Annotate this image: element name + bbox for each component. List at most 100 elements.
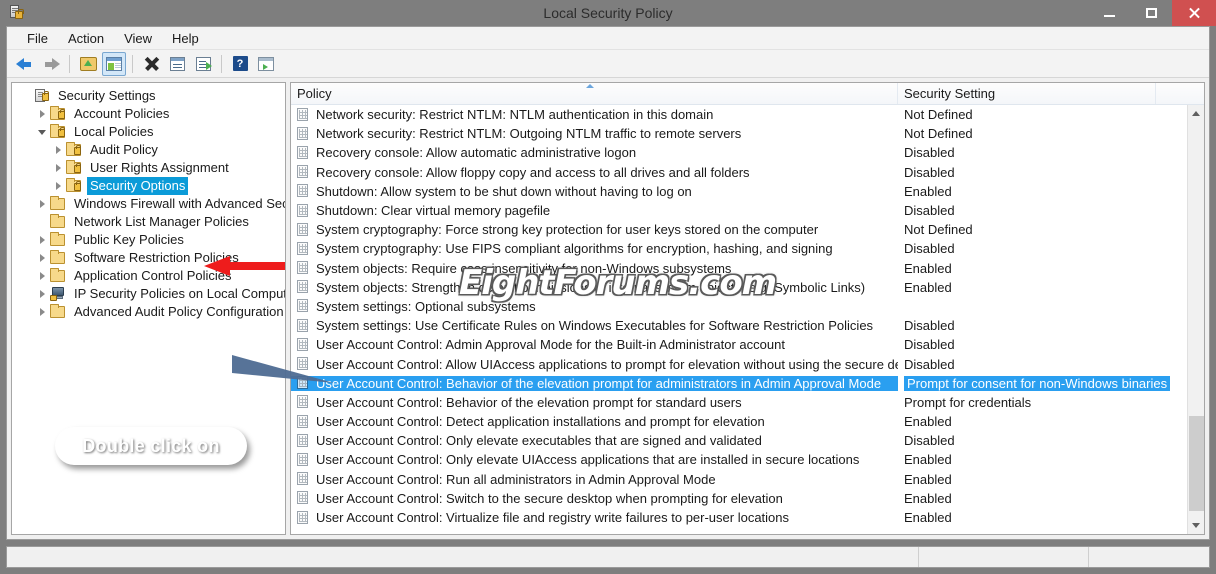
security-setting-cell: Disabled bbox=[898, 433, 1198, 448]
chevron-right-icon[interactable] bbox=[34, 304, 50, 320]
folder-icon bbox=[50, 250, 66, 265]
policy-list-pane[interactable]: Policy Security Setting Network security… bbox=[290, 82, 1205, 535]
table-row[interactable]: Network security: Restrict NTLM: Outgoin… bbox=[291, 124, 1204, 143]
policy-cell: User Account Control: Admin Approval Mod… bbox=[291, 337, 898, 352]
chevron-right-icon[interactable] bbox=[50, 142, 66, 158]
policy-cell: Shutdown: Clear virtual memory pagefile bbox=[291, 203, 898, 218]
folder-icon bbox=[50, 232, 66, 247]
tree-item-windows-firewall-with-advanced-security[interactable]: Windows Firewall with Advanced Security bbox=[12, 195, 285, 213]
policy-name: User Account Control: Virtualize file an… bbox=[316, 510, 790, 526]
chevron-right-icon[interactable] bbox=[34, 250, 50, 266]
tree-item-public-key-policies[interactable]: Public Key Policies bbox=[12, 231, 285, 249]
security-setting-value: Enabled bbox=[904, 510, 952, 526]
table-row[interactable]: Recovery console: Allow automatic admini… bbox=[291, 143, 1204, 162]
policy-name: User Account Control: Switch to the secu… bbox=[316, 490, 783, 506]
show-hide-tree-button[interactable] bbox=[102, 51, 126, 76]
tree-item-software-restriction-policies[interactable]: Software Restriction Policies bbox=[12, 249, 285, 267]
tree-item-label: IP Security Policies on Local Computer bbox=[74, 286, 286, 301]
table-row[interactable]: System objects: Strengthen default permi… bbox=[291, 278, 1204, 297]
chevron-right-icon[interactable] bbox=[50, 160, 66, 176]
menu-file[interactable]: File bbox=[17, 29, 58, 48]
menu-help[interactable]: Help bbox=[162, 29, 209, 48]
table-row[interactable]: User Account Control: Admin Approval Mod… bbox=[291, 335, 1204, 354]
tree-item-user-rights-assignment[interactable]: User Rights Assignment bbox=[12, 159, 285, 177]
chevron-right-icon[interactable] bbox=[34, 232, 50, 248]
chevron-right-icon[interactable] bbox=[34, 286, 50, 302]
security-setting-value: Disabled bbox=[904, 433, 955, 449]
export-list-icon bbox=[195, 56, 212, 71]
toolbar-separator bbox=[69, 54, 70, 73]
close-button[interactable] bbox=[1172, 0, 1216, 26]
table-row[interactable]: System objects: Require case insensitivi… bbox=[291, 259, 1204, 278]
new-window-button[interactable] bbox=[254, 52, 278, 76]
policy-cell: User Account Control: Behavior of the el… bbox=[291, 395, 898, 410]
scroll-up-button[interactable] bbox=[1188, 105, 1204, 122]
chevron-right-icon[interactable] bbox=[34, 106, 50, 122]
policy-name: System settings: Optional subsystems bbox=[316, 298, 536, 314]
vertical-scrollbar[interactable] bbox=[1187, 105, 1204, 534]
table-row[interactable]: User Account Control: Virtualize file an… bbox=[291, 508, 1204, 527]
table-row[interactable]: User Account Control: Allow UIAccess app… bbox=[291, 354, 1204, 373]
table-row[interactable]: User Account Control: Behavior of the el… bbox=[291, 374, 1204, 393]
table-row[interactable]: System settings: Use Certificate Rules o… bbox=[291, 316, 1204, 335]
export-list-button[interactable] bbox=[191, 52, 215, 76]
table-row[interactable]: Shutdown: Allow system to be shut down w… bbox=[291, 182, 1204, 201]
table-row[interactable]: Shutdown: Clear virtual memory pagefile D… bbox=[291, 201, 1204, 220]
tree-item-security-settings[interactable]: Security Settings bbox=[12, 87, 285, 105]
back-button[interactable] bbox=[13, 52, 37, 76]
security-setting-cell: Enabled bbox=[898, 491, 1198, 506]
policy-cell: User Account Control: Detect application… bbox=[291, 414, 898, 429]
delete-button[interactable] bbox=[139, 52, 163, 76]
table-row[interactable]: Network security: Restrict NTLM: NTLM au… bbox=[291, 105, 1204, 124]
tree-item-network-list-manager-policies[interactable]: Network List Manager Policies bbox=[12, 213, 285, 231]
policy-icon bbox=[297, 491, 310, 505]
twisty-placeholder bbox=[34, 214, 50, 230]
status-pane-main bbox=[7, 547, 919, 567]
column-header-security-setting[interactable]: Security Setting bbox=[898, 83, 1156, 104]
policy-icon bbox=[297, 299, 310, 313]
folder-icon bbox=[50, 196, 66, 211]
policy-name: User Account Control: Only elevate execu… bbox=[316, 433, 762, 449]
table-row[interactable]: User Account Control: Run all administra… bbox=[291, 470, 1204, 489]
chevron-down-icon[interactable] bbox=[34, 124, 50, 140]
tree-item-audit-policy[interactable]: Audit Policy bbox=[12, 141, 285, 159]
table-row[interactable]: User Account Control: Only elevate execu… bbox=[291, 431, 1204, 450]
maximize-button[interactable] bbox=[1130, 0, 1172, 26]
policy-icon bbox=[297, 318, 310, 333]
chevron-right-icon[interactable] bbox=[50, 178, 66, 194]
table-row[interactable]: System settings: Optional subsystems bbox=[291, 297, 1204, 316]
menu-action[interactable]: Action bbox=[58, 29, 114, 48]
toolbar: ? bbox=[7, 50, 1209, 78]
menu-view[interactable]: View bbox=[114, 29, 162, 48]
console-tree-pane[interactable]: Security Settings Account Policies Local P… bbox=[11, 82, 286, 535]
table-row[interactable]: User Account Control: Only elevate UIAcc… bbox=[291, 450, 1204, 469]
scrollbar-thumb[interactable] bbox=[1189, 416, 1204, 511]
minimize-button[interactable] bbox=[1088, 0, 1130, 26]
tree-item-advanced-audit-policy-configuration[interactable]: Advanced Audit Policy Configuration bbox=[12, 303, 285, 321]
tree-item-security-options[interactable]: Security Options bbox=[12, 177, 285, 195]
table-row[interactable]: Recovery console: Allow floppy copy and … bbox=[291, 163, 1204, 182]
table-row[interactable]: User Account Control: Detect application… bbox=[291, 412, 1204, 431]
tree-item-label: Application Control Policies bbox=[74, 268, 232, 283]
security-setting-value: Disabled bbox=[904, 145, 955, 161]
table-row[interactable]: User Account Control: Switch to the secu… bbox=[291, 489, 1204, 508]
table-row[interactable]: System cryptography: Force strong key pr… bbox=[291, 220, 1204, 239]
chevron-right-icon[interactable] bbox=[34, 196, 50, 212]
chevron-right-icon[interactable] bbox=[34, 268, 50, 284]
security-setting-value: Not Defined bbox=[904, 222, 973, 238]
properties-button[interactable] bbox=[165, 52, 189, 76]
help-button[interactable]: ? bbox=[228, 52, 252, 76]
tree-item-ip-security-policies-on-local-computer[interactable]: IP Security Policies on Local Computer bbox=[12, 285, 285, 303]
title-bar: Local Security Policy bbox=[0, 0, 1216, 26]
tree-item-account-policies[interactable]: Account Policies bbox=[12, 105, 285, 123]
forward-button[interactable] bbox=[39, 52, 63, 76]
policy-cell: Shutdown: Allow system to be shut down w… bbox=[291, 184, 898, 199]
column-header-policy[interactable]: Policy bbox=[291, 83, 898, 104]
table-row[interactable]: System cryptography: Use FIPS compliant … bbox=[291, 239, 1204, 258]
tree-item-application-control-policies[interactable]: Application Control Policies bbox=[12, 267, 285, 285]
up-one-level-button[interactable] bbox=[76, 52, 100, 76]
security-setting-cell: Disabled bbox=[898, 318, 1198, 333]
table-row[interactable]: User Account Control: Behavior of the el… bbox=[291, 393, 1204, 412]
scroll-down-button[interactable] bbox=[1188, 517, 1204, 534]
tree-item-local-policies[interactable]: Local Policies bbox=[12, 123, 285, 141]
